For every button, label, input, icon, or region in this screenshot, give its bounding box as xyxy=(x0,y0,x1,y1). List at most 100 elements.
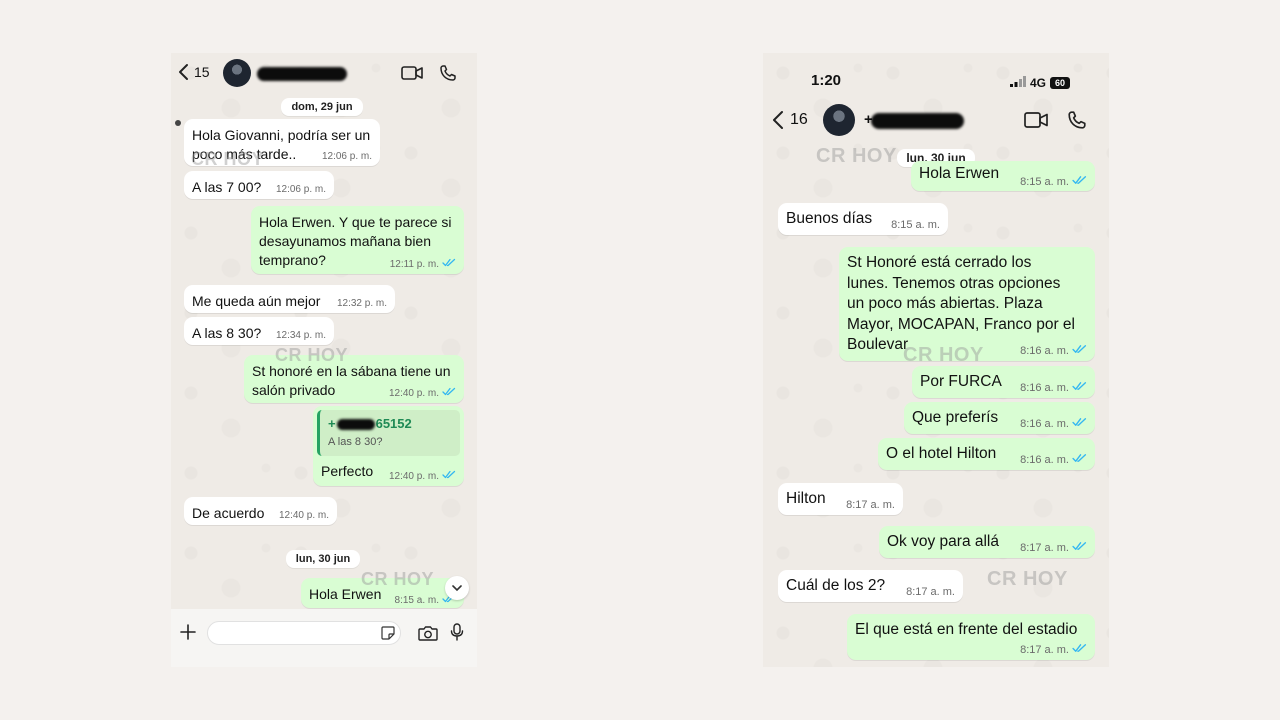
message-incoming[interactable]: A las 8 30? 12:34 p. m. xyxy=(184,317,334,345)
redacted-contact-name xyxy=(871,113,964,129)
battery-level: 60 xyxy=(1055,78,1066,88)
message-meta: 8:17 a. m. xyxy=(846,499,895,511)
message-input[interactable] xyxy=(207,621,401,645)
message-text: Me queda aún mejor xyxy=(192,293,321,309)
watermark: CR HOY xyxy=(987,568,1068,590)
scroll-down-button[interactable] xyxy=(445,576,469,600)
message-time: 8:15 a. m. xyxy=(394,594,439,606)
message-text: Cuál de los 2? xyxy=(786,577,886,594)
message-text: O el hotel Hilton xyxy=(886,445,997,462)
network-label: 4G xyxy=(1030,76,1047,90)
back-button[interactable]: 15 xyxy=(177,63,210,81)
message-time: 8:15 a. m. xyxy=(1020,175,1069,188)
chat-header: 15 xyxy=(171,59,477,87)
message-incoming[interactable]: De acuerdo 12:40 p. m. xyxy=(184,497,337,525)
message-text: El que está en frente del estadio xyxy=(855,621,1078,638)
message-incoming[interactable]: Buenos días 8:15 a. m. xyxy=(778,203,948,235)
message-outgoing[interactable]: Por FURCA 8:16 a. m. xyxy=(912,366,1095,398)
message-meta: 8:15 a. m. xyxy=(891,219,940,231)
message-time: 8:15 a. m. xyxy=(891,219,940,231)
redacted-number xyxy=(336,419,375,431)
message-incoming[interactable]: A las 7 00? 12:06 p. m. xyxy=(184,171,334,199)
message-time: 8:17 a. m. xyxy=(1020,643,1069,656)
message-time: 12:11 p. m. xyxy=(389,258,439,270)
avatar[interactable] xyxy=(223,59,251,87)
phone-icon[interactable] xyxy=(438,63,458,83)
message-time: 12:40 p. m. xyxy=(388,387,439,399)
message-time: 8:16 a. m. xyxy=(1020,453,1069,466)
read-ticks-icon xyxy=(1072,381,1087,394)
message-input-bar xyxy=(171,609,477,667)
message-time: 12:40 p. m. xyxy=(278,510,329,521)
message-meta: 8:16 a. m. xyxy=(1020,417,1087,430)
battery-icon: 60 xyxy=(1050,77,1071,89)
watermark: CR HOY xyxy=(903,344,984,366)
date-separator: lun, 30 jun xyxy=(286,550,360,568)
message-meta: 8:16 a. m. xyxy=(1020,381,1087,394)
read-ticks-icon xyxy=(1072,175,1087,188)
chat-header: 16 + xyxy=(763,103,1109,137)
message-time: 12:34 p. m. xyxy=(275,330,326,341)
status-indicators: 4G 60 xyxy=(1010,74,1071,92)
video-call-icon[interactable] xyxy=(401,63,423,83)
watermark: CR HOY xyxy=(191,149,265,169)
message-text: Perfecto xyxy=(321,463,374,479)
message-outgoing[interactable]: Que preferís 8:16 a. m. xyxy=(904,402,1095,434)
message-incoming[interactable]: Cuál de los 2? 8:17 a. m. xyxy=(778,570,963,602)
message-meta: 12:40 p. m. xyxy=(279,510,329,521)
message-outgoing[interactable]: Ok voy para allá 8:17 a. m. xyxy=(879,526,1095,558)
read-ticks-icon xyxy=(442,470,456,482)
sticker-icon[interactable] xyxy=(380,625,396,641)
message-meta: 12:32 p. m. xyxy=(337,298,387,309)
message-time: 8:16 a. m. xyxy=(1020,417,1069,430)
read-ticks-icon xyxy=(1072,417,1087,430)
message-meta: 12:40 p. m. xyxy=(389,387,456,399)
message-time: 8:16 a. m. xyxy=(1020,344,1069,357)
read-ticks-icon xyxy=(442,387,456,399)
message-outgoing[interactable]: El que está en frente del estadio 8:17 a… xyxy=(847,614,1095,660)
message-time: 12:06 p. m. xyxy=(275,184,326,195)
watermark: CR HOY xyxy=(361,569,435,589)
chevron-left-icon xyxy=(177,63,189,81)
unread-count: 15 xyxy=(194,64,210,80)
message-meta: 12:06 p. m. xyxy=(276,184,326,195)
microphone-icon[interactable] xyxy=(449,622,465,642)
camera-icon[interactable] xyxy=(417,623,439,643)
video-call-icon[interactable] xyxy=(1024,109,1048,131)
date-separator: dom, 29 jun xyxy=(281,98,363,116)
message-incoming[interactable]: Me queda aún mejor 12:32 p. m. xyxy=(184,285,395,313)
message-meta: 12:11 p. m. xyxy=(390,258,456,270)
message-outgoing[interactable]: Hola Erwen 8:15 a. m. xyxy=(911,161,1095,191)
message-meta: 12:34 p. m. xyxy=(276,330,326,341)
message-outgoing-reply[interactable]: +65152 A las 8 30? Perfecto 12:40 p. m. xyxy=(313,406,464,486)
quoted-message[interactable]: +65152 A las 8 30? xyxy=(317,410,460,456)
message-text: Hola Erwen xyxy=(919,165,1000,182)
message-meta: 8:15 a. m. xyxy=(395,594,456,606)
message-time: 12:06 p. m. xyxy=(321,151,372,162)
message-incoming[interactable]: Hilton 8:17 a. m. xyxy=(778,483,903,515)
avatar[interactable] xyxy=(823,104,855,136)
message-time: 8:17 a. m. xyxy=(846,499,895,511)
message-meta: 12:40 p. m. xyxy=(389,470,456,482)
message-meta: 8:16 a. m. xyxy=(1020,344,1087,357)
message-text: Hilton xyxy=(786,490,826,507)
message-outgoing[interactable]: O el hotel Hilton 8:16 a. m. xyxy=(878,438,1095,470)
message-time: 12:40 p. m. xyxy=(388,470,439,482)
phone-icon[interactable] xyxy=(1066,109,1088,131)
message-meta: 8:17 a. m. xyxy=(1020,643,1087,656)
read-ticks-icon xyxy=(1072,643,1087,656)
message-meta: 8:16 a. m. xyxy=(1020,453,1087,466)
message-meta: 12:06 p. m. xyxy=(322,151,372,162)
quoted-sender: +65152 xyxy=(328,416,412,431)
chevron-left-icon xyxy=(771,110,784,130)
read-ticks-icon xyxy=(1072,344,1087,357)
message-meta: 8:17 a. m. xyxy=(1020,541,1087,554)
back-button[interactable]: 16 xyxy=(771,110,808,130)
message-meta: 8:15 a. m. xyxy=(1020,175,1087,188)
message-text: A las 7 00? xyxy=(192,179,262,195)
plus-icon[interactable] xyxy=(179,623,197,641)
left-chat-screenshot: 15 dom, 29 jun Hola Giovanni, podría ser… xyxy=(171,53,477,667)
message-outgoing[interactable]: Hola Erwen. Y que te parece si desayunam… xyxy=(251,206,464,274)
quoted-text: A las 8 30? xyxy=(328,436,383,448)
right-chat-screenshot: 1:20 4G 60 16 + CR HOY lun, 30 jun Hola … xyxy=(763,53,1109,667)
